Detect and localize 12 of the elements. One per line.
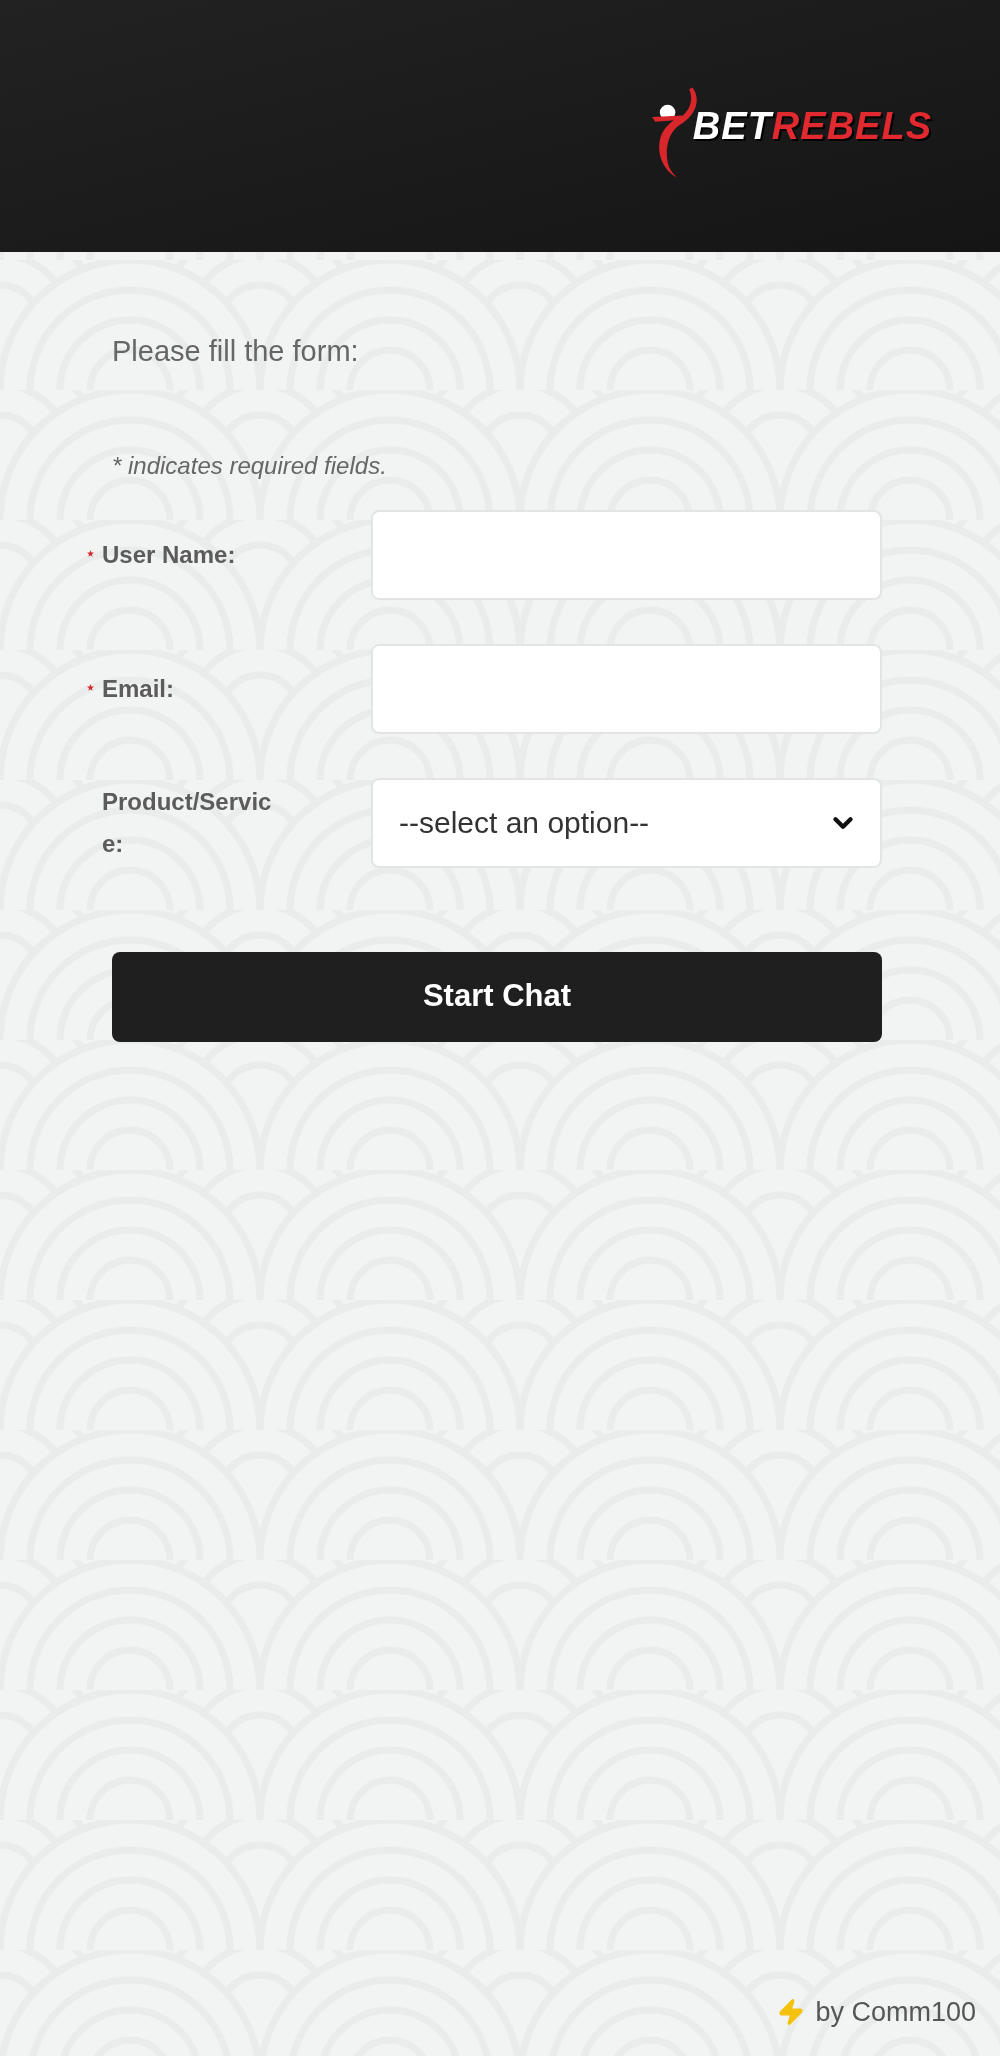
field-label: Email:	[102, 673, 176, 704]
select-dropdown[interactable]: --select an option--	[371, 777, 882, 868]
field-label: Product/Service:	[102, 786, 273, 859]
text-input-field[interactable]	[371, 643, 882, 734]
text-input-field[interactable]	[371, 509, 882, 600]
required-fields-note: * indicates required fields.	[112, 450, 388, 481]
form-heading: Please fill the form:	[112, 334, 360, 369]
field-label: User Name:	[102, 539, 237, 570]
start-chat-button[interactable]: Start Chat	[112, 951, 882, 1042]
credit-text: by Comm100	[815, 1995, 976, 2029]
lightning-icon	[777, 1997, 806, 2026]
logo-text: BETREBELS	[692, 103, 932, 149]
